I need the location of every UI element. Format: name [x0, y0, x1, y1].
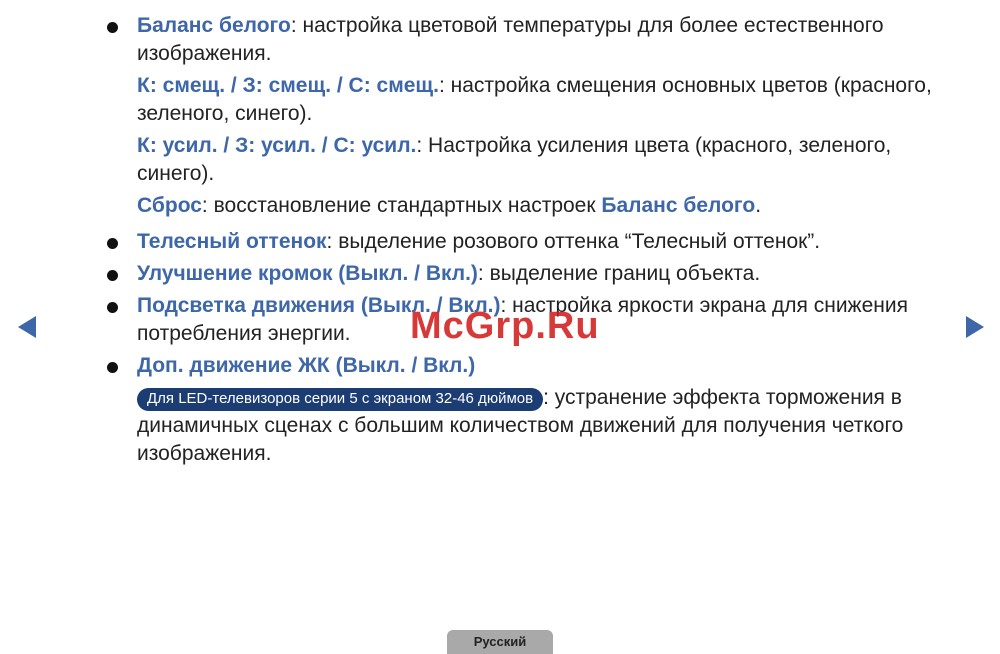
bullet-icon [107, 270, 118, 281]
list-item-edge-enhancement: Улучшение кромок (Выкл. / Вкл.): выделен… [104, 260, 964, 288]
term: Улучшение кромок (Выкл. / Вкл.) [137, 262, 478, 285]
list-item-white-balance: Баланс белого: настройка цветовой темпер… [104, 12, 964, 220]
language-tab[interactable]: Русский [447, 630, 553, 654]
bullet-icon [107, 302, 118, 313]
bullet-icon [107, 238, 118, 249]
item-text: Для LED-телевизоров серии 5 с экраном 32… [137, 384, 964, 468]
term: К: усил. / З: усил. / С: усил. [137, 134, 417, 157]
bullet-icon [107, 22, 118, 33]
list-item-skin-tone: Телесный оттенок: выделение розового отт… [104, 228, 964, 256]
sub-item-offset: К: смещ. / З: смещ. / С: смещ.: настройк… [137, 72, 964, 128]
term: Сброс [137, 194, 202, 217]
triangle-left-icon[interactable] [18, 316, 36, 338]
term: Телесный оттенок [137, 230, 327, 253]
triangle-right-icon[interactable] [966, 316, 984, 338]
term: К: смещ. / З: смещ. / С: смещ. [137, 74, 439, 97]
description: : выделение границ объекта. [477, 262, 761, 285]
sub-item-gain: К: усил. / З: усил. / С: усил.: Настройк… [137, 132, 964, 188]
item-text: Баланс белого: настройка цветовой темпер… [137, 12, 964, 68]
term: Баланс белого [137, 14, 291, 37]
manual-page: Баланс белого: настройка цветовой темпер… [0, 0, 1000, 654]
tail: . [755, 194, 762, 217]
model-badge: Для LED-телевизоров серии 5 с экраном 32… [137, 388, 544, 411]
description: : выделение розового оттенка “Телесный о… [326, 230, 821, 253]
list-item-lcd-motion: Доп. движение ЖК (Выкл. / Вкл.) Для LED-… [104, 352, 964, 468]
content: Баланс белого: настройка цветовой темпер… [104, 12, 964, 472]
sub-item-reset: Сброс: восстановление стандартных настро… [137, 192, 964, 220]
bullet-icon [107, 362, 118, 373]
description: : восстановление стандартных настроек [201, 194, 602, 217]
term-reference: Баланс белого [601, 194, 756, 217]
term: Доп. движение ЖК (Выкл. / Вкл.) [137, 354, 476, 377]
watermark: McGrp.Ru [410, 305, 600, 347]
